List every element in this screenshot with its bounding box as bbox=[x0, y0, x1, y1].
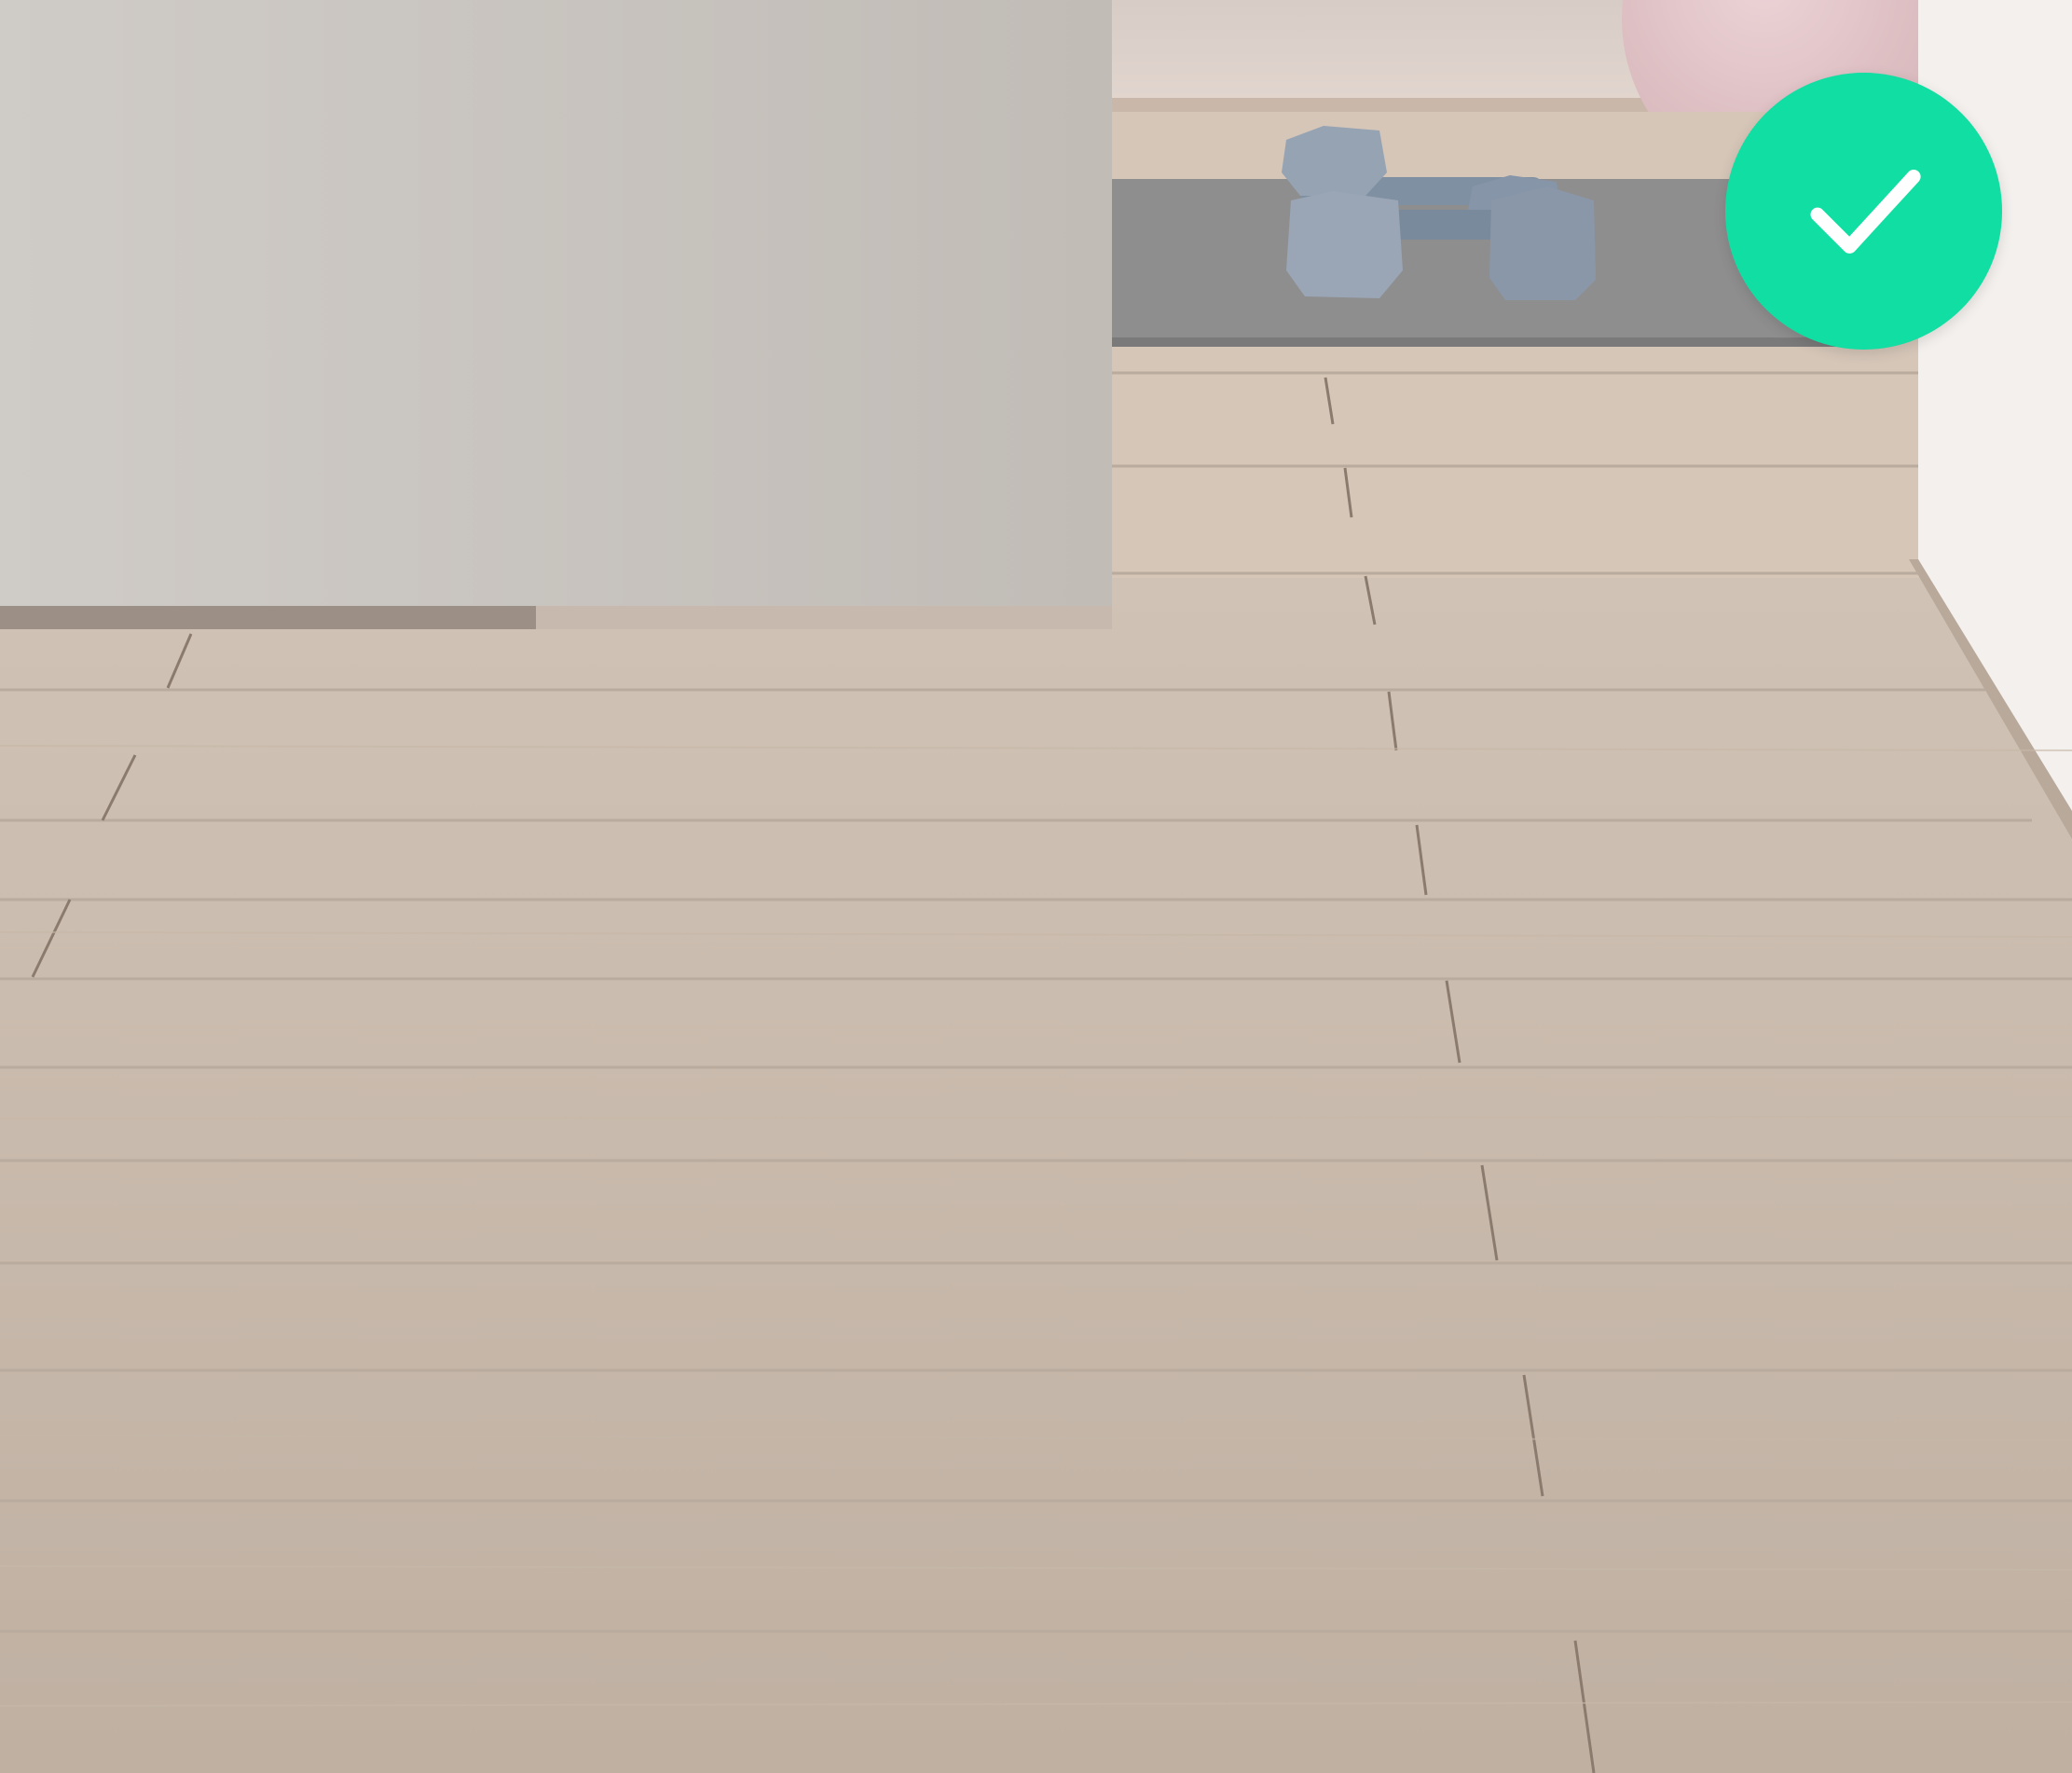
checkmark-icon bbox=[1810, 169, 1921, 254]
selected-check-badge[interactable] bbox=[1725, 73, 2002, 350]
product-image-card[interactable] bbox=[0, 0, 2072, 1773]
partition-wall bbox=[0, 0, 1112, 606]
